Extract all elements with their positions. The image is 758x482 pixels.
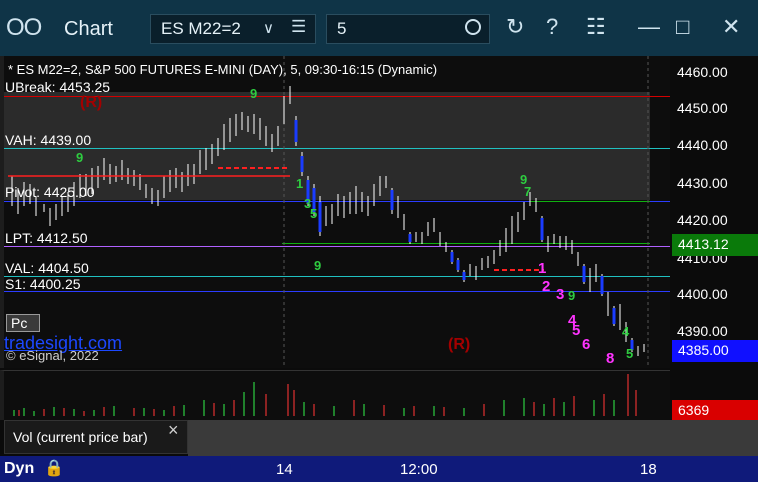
count-mark: 2	[542, 278, 551, 295]
price-tick: 4390.00	[677, 323, 728, 339]
level-val: VAL: 4404.50	[5, 260, 89, 276]
lower-filler	[188, 420, 758, 456]
volume-legend: Vol (current price bar)	[4, 420, 188, 454]
svg-text:5: 5	[310, 206, 317, 221]
time-label: 12:00	[400, 461, 438, 478]
price-tick: 4430.00	[677, 175, 728, 191]
help-icon[interactable]: ?	[546, 14, 558, 40]
svg-text:9: 9	[250, 86, 257, 101]
interval-input[interactable]: 5	[326, 14, 490, 44]
close-icon[interactable]: ✕	[722, 14, 740, 40]
level-lpt: LPT: 4412.50	[5, 230, 88, 246]
chart-info: * ES M22=2, S&P 500 FUTURES E-MINI (DAY)…	[8, 62, 438, 77]
svg-text:9: 9	[568, 288, 575, 303]
level-vah: VAH: 4439.00	[5, 132, 92, 148]
level-s1: S1: 4400.25	[5, 276, 81, 292]
close-icon[interactable]: ×	[168, 420, 179, 441]
price-tick: 4420.00	[677, 212, 728, 228]
price-tick: 4450.00	[677, 100, 728, 116]
r-marker: (R)	[448, 336, 471, 353]
count-mark: 5	[572, 322, 581, 339]
menu-icon[interactable]: ☰	[291, 17, 306, 37]
lock-icon[interactable]: 🔒	[44, 458, 64, 478]
dynamic-mode[interactable]: Dyn	[4, 460, 34, 478]
minimize-icon[interactable]: —	[638, 14, 660, 40]
svg-text:7: 7	[524, 184, 531, 199]
time-label: 18	[640, 461, 657, 478]
price-tick: 4440.00	[677, 137, 728, 153]
r-marker: (R)	[80, 94, 103, 111]
volume-bars	[13, 374, 637, 416]
count-mark: 1	[538, 260, 547, 277]
svg-text:9: 9	[314, 258, 321, 273]
window-title: Chart	[64, 18, 113, 40]
maximize-icon[interactable]: □	[676, 14, 689, 40]
price-tick: 4460.00	[677, 64, 728, 80]
interval-value: 5	[337, 19, 347, 38]
level-price-badge: 4413.12	[672, 234, 758, 256]
copyright-text: © eSignal, 2022	[6, 348, 99, 363]
time-label: 14	[276, 461, 293, 478]
price-tick: 4400.00	[677, 286, 728, 302]
level-ubreak: UBreak: 4453.25	[5, 79, 111, 95]
svg-text:9: 9	[76, 150, 83, 165]
count-mark: 3	[556, 286, 565, 303]
svg-text:4: 4	[622, 324, 630, 339]
template-icon[interactable]: ☷	[586, 14, 606, 40]
symbol-input[interactable]: ES M22=2 ∨ ☰	[150, 14, 316, 44]
chevron-down-icon[interactable]: ∨	[263, 19, 274, 37]
last-price-badge: 4385.00	[672, 340, 758, 362]
count-mark: 6	[582, 336, 591, 353]
volume-badge: 6369	[672, 400, 758, 420]
clock-icon[interactable]	[465, 19, 481, 35]
refresh-icon[interactable]: ↻	[506, 14, 524, 40]
symbol-value: ES M22=2	[161, 19, 241, 38]
count-mark: 8	[606, 350, 615, 367]
chart-grid-icon[interactable]: OO	[6, 14, 42, 42]
svg-text:1: 1	[296, 176, 303, 191]
pc-button[interactable]: Pc	[6, 314, 40, 332]
svg-text:5: 5	[626, 346, 633, 361]
level-pivot: Pivot: 4425.00	[5, 184, 95, 200]
